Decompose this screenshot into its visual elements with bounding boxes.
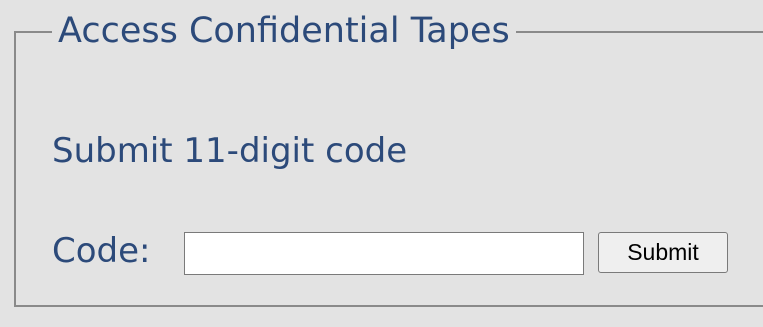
submit-button[interactable]: Submit	[598, 232, 728, 273]
code-label: Code:	[52, 231, 151, 271]
fieldset-legend: Access Confidential Tapes	[52, 6, 516, 56]
code-input[interactable]	[184, 232, 584, 275]
instruction-text: Submit 11-digit code	[52, 131, 408, 171]
